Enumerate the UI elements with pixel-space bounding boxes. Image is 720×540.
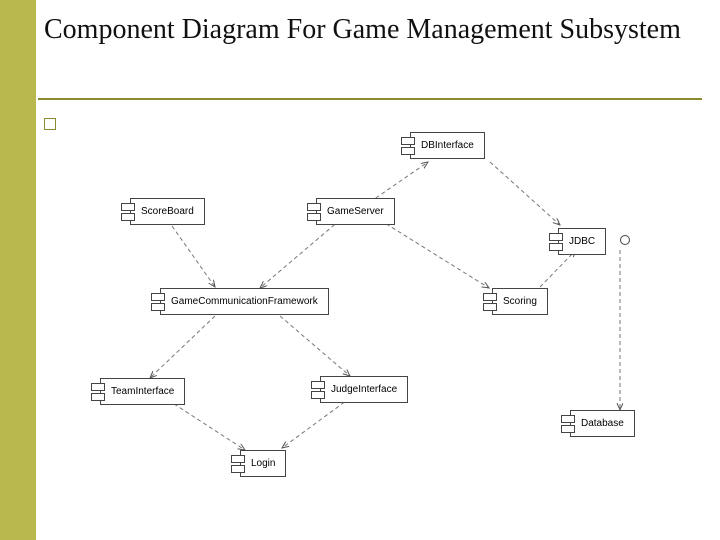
component-scoreboard: ScoreBoard	[130, 198, 205, 225]
page-title: Component Diagram For Game Management Su…	[44, 12, 684, 47]
component-teaminterface: TeamInterface	[100, 378, 185, 405]
component-login: Login	[240, 450, 286, 477]
bullet-icon	[44, 118, 56, 130]
component-judgeinterface: JudgeInterface	[320, 376, 408, 403]
interface-lollipop-icon	[620, 235, 630, 245]
component-jdbc: JDBC	[558, 228, 606, 255]
title-rule	[38, 98, 702, 100]
component-diagram: DBInterface ScoreBoard GameServer JDBC G…	[60, 120, 700, 520]
component-scoring: Scoring	[492, 288, 548, 315]
component-gcf: GameCommunicationFramework	[160, 288, 329, 315]
component-gameserver: GameServer	[316, 198, 395, 225]
slide-sidebar	[0, 0, 36, 540]
connectors	[60, 120, 700, 520]
component-database: Database	[570, 410, 635, 437]
component-dbinterface: DBInterface	[410, 132, 485, 159]
